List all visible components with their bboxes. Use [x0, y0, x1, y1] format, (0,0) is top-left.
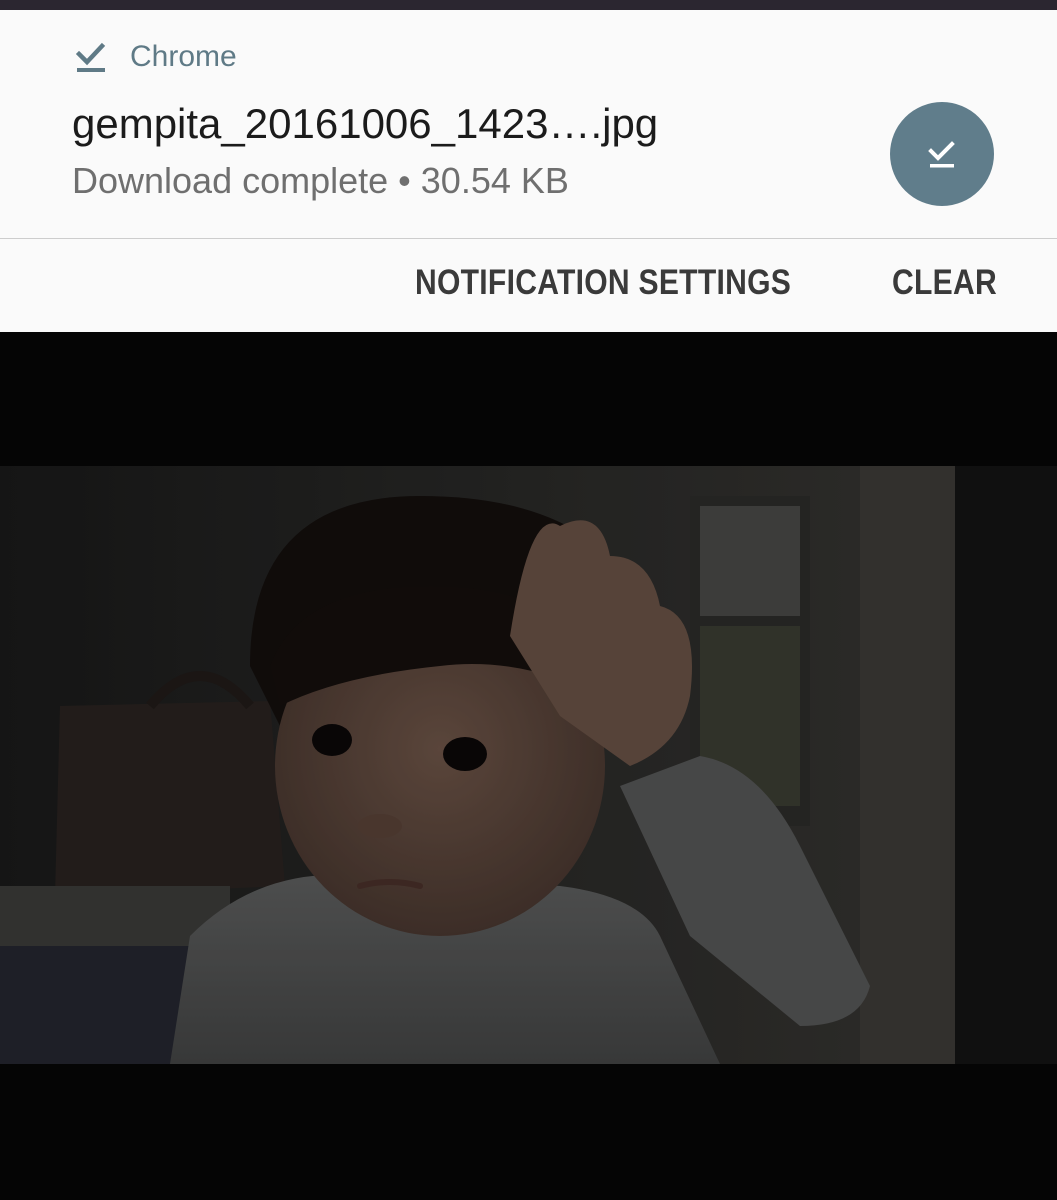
notification-settings-button[interactable]: NOTIFICATION SETTINGS — [415, 263, 791, 303]
child-photo — [0, 466, 1057, 1064]
clear-button[interactable]: CLEAR — [892, 263, 997, 303]
app-name: Chrome — [130, 40, 237, 73]
download-notification[interactable]: Chrome gempita_20161006_1423….jpg Downlo… — [0, 10, 1057, 238]
notification-actions: NOTIFICATION SETTINGS CLEAR — [0, 239, 1057, 332]
notification-header: Chrome — [76, 40, 237, 74]
status-bar-strip — [0, 0, 1057, 10]
download-done-icon — [928, 141, 955, 168]
background-photo-area — [0, 332, 1057, 1200]
download-done-icon — [76, 42, 106, 72]
file-name: gempita_20161006_1423….jpg — [72, 100, 659, 147]
open-file-button[interactable] — [890, 102, 994, 206]
download-status: Download complete • 30.54 KB — [72, 160, 569, 201]
